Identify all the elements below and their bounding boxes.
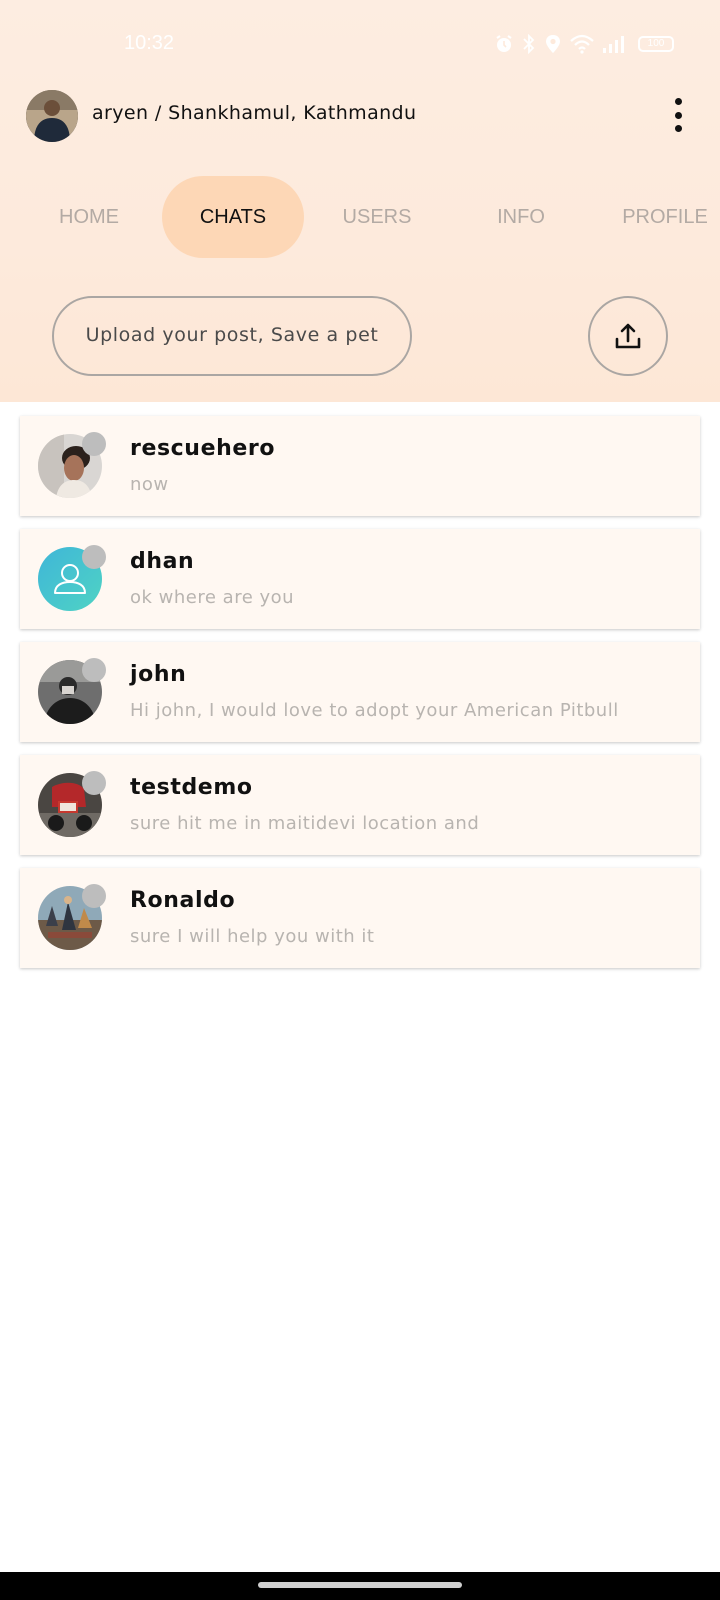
upload-button[interactable] bbox=[588, 296, 668, 376]
tab-home[interactable]: HOME bbox=[18, 176, 160, 258]
battery-icon: 100 bbox=[638, 36, 674, 52]
wifi-icon bbox=[570, 34, 594, 54]
status-bar: 10:32 100 bbox=[0, 0, 720, 90]
tab-info[interactable]: INFO bbox=[450, 176, 592, 258]
chat-item-testdemo[interactable]: testdemo sure hit me in maitidevi locati… bbox=[20, 755, 700, 855]
chat-name: dhan bbox=[130, 549, 195, 574]
chat-name: john bbox=[130, 662, 187, 687]
chat-last-message: ok where are you bbox=[130, 587, 295, 608]
alarm-icon bbox=[496, 35, 512, 52]
location-icon bbox=[546, 35, 560, 53]
chat-item-dhan[interactable]: dhan ok where are you bbox=[20, 529, 700, 629]
page-title: aryen / Shankhamul, Kathmandu bbox=[92, 102, 417, 124]
home-indicator[interactable] bbox=[258, 1582, 462, 1588]
more-vert-icon[interactable] bbox=[666, 98, 690, 132]
chat-item-ronaldo[interactable]: Ronaldo sure I will help you with it bbox=[20, 868, 700, 968]
chat-name: Ronaldo bbox=[130, 888, 236, 913]
chat-list: rescuehero now dhan ok where are you joh… bbox=[20, 416, 700, 981]
tab-bar: HOME CHATS USERS INFO PROFILE bbox=[0, 176, 720, 258]
upload-post-button[interactable]: Upload your post, Save a pet bbox=[52, 296, 412, 376]
bluetooth-icon bbox=[523, 34, 535, 54]
avatar[interactable] bbox=[26, 90, 78, 142]
tab-users[interactable]: USERS bbox=[306, 176, 448, 258]
chat-item-rescuehero[interactable]: rescuehero now bbox=[20, 416, 700, 516]
tab-profile[interactable]: PROFILE bbox=[594, 176, 720, 258]
chat-name: rescuehero bbox=[130, 436, 276, 461]
online-status-dot bbox=[82, 884, 106, 908]
chat-last-message: sure hit me in maitidevi location and bbox=[130, 813, 480, 834]
navigation-bar bbox=[0, 1572, 720, 1600]
signal-icon bbox=[603, 36, 624, 53]
online-status-dot bbox=[82, 771, 106, 795]
chat-last-message: now bbox=[130, 474, 169, 495]
online-status-dot bbox=[82, 545, 106, 569]
status-icons: 100 bbox=[494, 34, 674, 54]
status-time: 10:32 bbox=[124, 32, 175, 54]
chat-name: testdemo bbox=[130, 775, 253, 800]
tab-chats[interactable]: CHATS bbox=[162, 176, 304, 258]
upload-icon bbox=[615, 323, 641, 349]
chat-item-john[interactable]: john Hi john, I would love to adopt your… bbox=[20, 642, 700, 742]
app-header: aryen / Shankhamul, Kathmandu bbox=[0, 88, 720, 144]
online-status-dot bbox=[82, 658, 106, 682]
chat-last-message: Hi john, I would love to adopt your Amer… bbox=[130, 700, 619, 721]
online-status-dot bbox=[82, 432, 106, 456]
chat-last-message: sure I will help you with it bbox=[130, 926, 375, 947]
